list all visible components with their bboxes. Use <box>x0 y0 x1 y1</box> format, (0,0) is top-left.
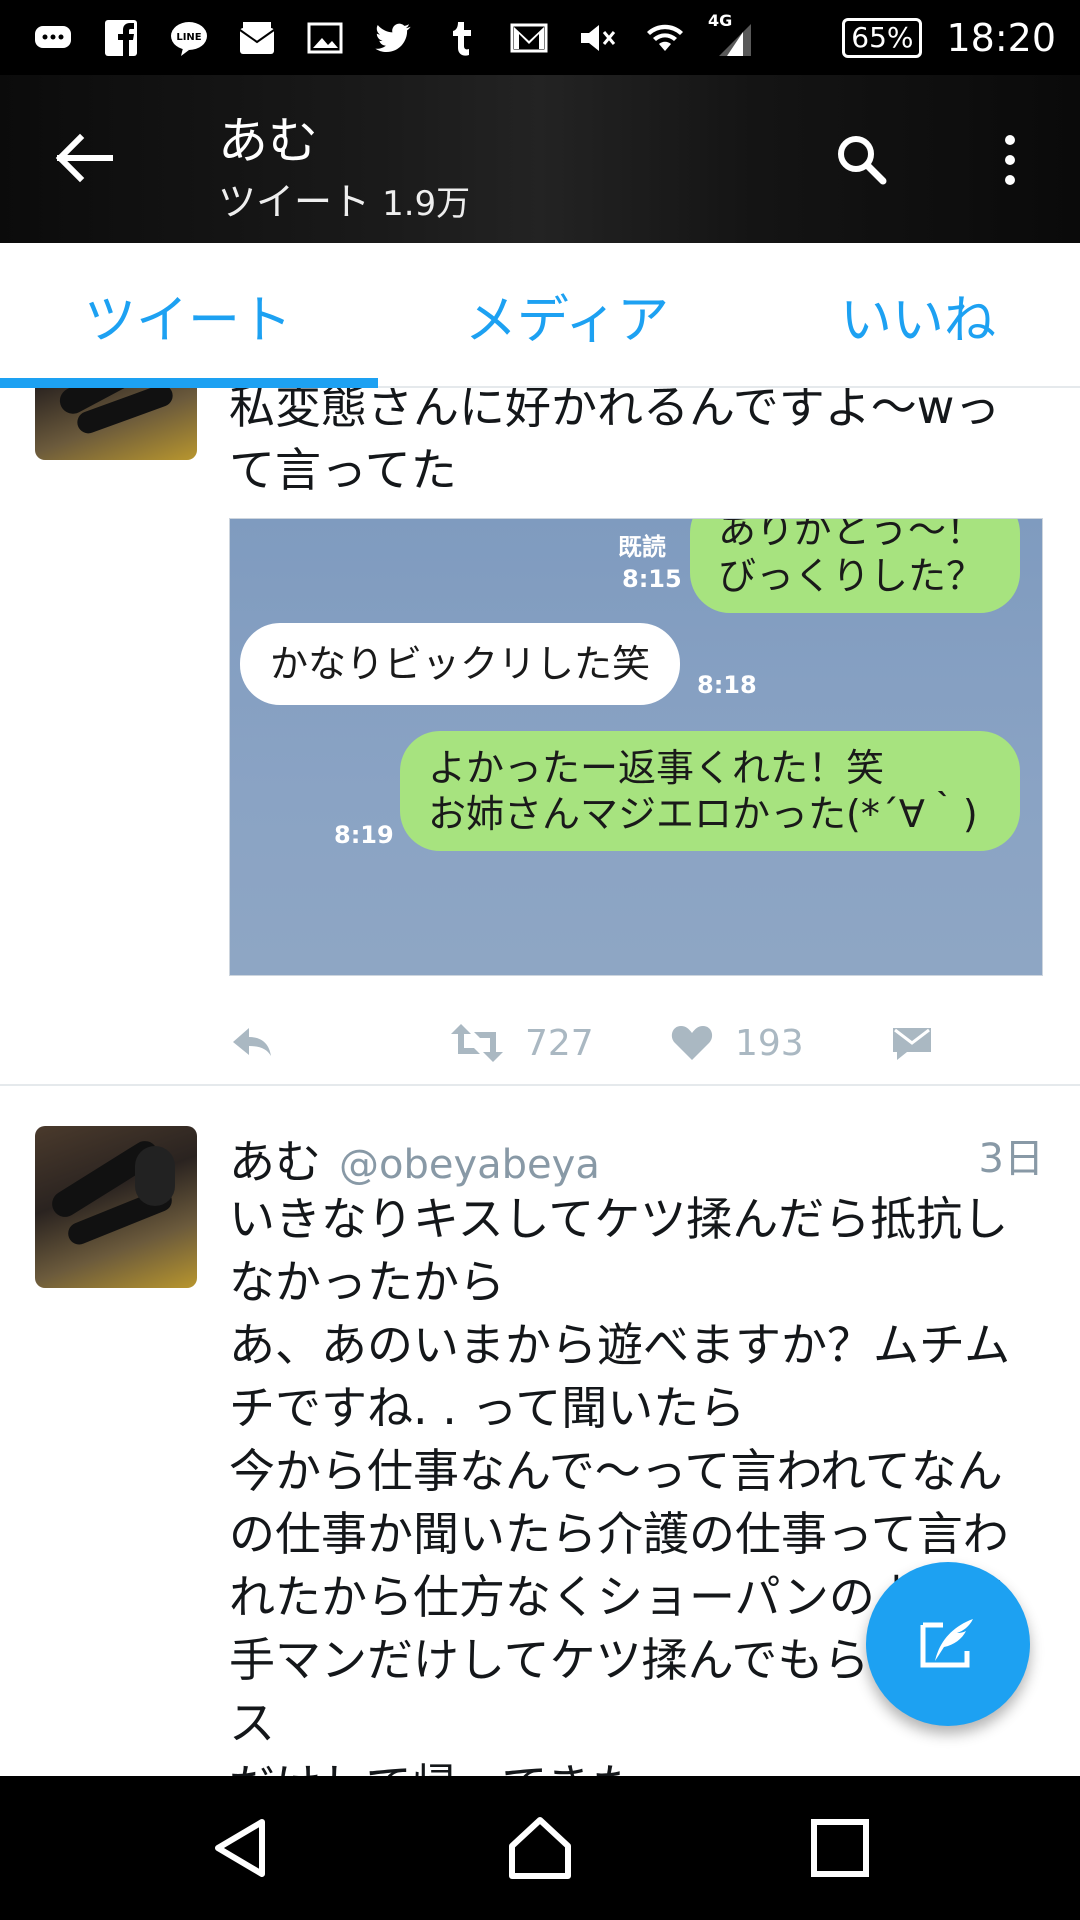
wifi-icon <box>642 17 688 59</box>
tweet-actions: 727 193 <box>229 1008 1049 1078</box>
svg-text:LINE: LINE <box>176 32 201 43</box>
more-options-button[interactable] <box>990 130 1030 190</box>
tumblr-icon <box>438 17 484 59</box>
search-button[interactable] <box>832 130 892 190</box>
tweet-count-label: ツイート <box>218 180 371 224</box>
compose-tweet-button[interactable] <box>866 1562 1030 1726</box>
battery-indicator: 65% <box>842 17 923 58</box>
user-name[interactable]: あむ <box>229 1135 321 1189</box>
tab-media[interactable]: メディア <box>387 243 747 388</box>
system-navigation-bar <box>0 1776 1080 1920</box>
nav-recents-button[interactable] <box>804 1812 876 1884</box>
tab-likes[interactable]: いいね <box>738 243 1080 388</box>
search-icon <box>838 136 887 185</box>
avatar[interactable] <box>35 388 197 460</box>
direct-message-button[interactable] <box>889 1008 935 1078</box>
chat-bubble-icon <box>30 17 76 59</box>
reply-button[interactable] <box>229 1008 275 1078</box>
chat-bubble-sent: ありがとう〜！ びっくりした？ <box>690 519 1020 613</box>
line-icon: LINE <box>166 17 212 59</box>
envelope-icon <box>893 1028 931 1060</box>
user-handle[interactable]: @obeyabeya <box>339 1142 600 1188</box>
active-tab-indicator <box>0 378 378 388</box>
signal-4g-icon: 4G <box>708 11 756 59</box>
retweet-button[interactable]: 727 <box>449 1008 594 1078</box>
compose-icon <box>920 1619 973 1668</box>
tweet-image[interactable]: ありがとう〜！ びっくりした？ 既読 8:15 かなりビックリした笑 8:18 … <box>229 518 1043 976</box>
message-time: 8:18 <box>697 671 757 699</box>
mute-icon <box>574 17 620 59</box>
home-icon <box>509 1817 571 1879</box>
page-title: あむ <box>218 112 318 170</box>
reply-icon <box>233 1028 271 1056</box>
tweet-time: 3日 <box>978 1136 1044 1182</box>
tweet-text: 私変態さんに好かれるんですよ〜wっ て言ってた <box>229 388 1001 497</box>
like-button[interactable]: 193 <box>669 1008 804 1078</box>
network-type-label: 4G <box>708 10 733 30</box>
nav-back-button[interactable] <box>206 1812 278 1884</box>
retweet-icon <box>451 1024 503 1062</box>
tab-tweets[interactable]: ツイート <box>8 243 368 388</box>
tweet-count-value: 1.9万 <box>382 184 471 224</box>
profile-tabs: ツイート メディア いいね <box>0 243 1080 388</box>
tweet-divider <box>0 1084 1080 1086</box>
chat-bubble-received: かなりビックリした笑 <box>240 623 681 705</box>
tweet-count: ツイート 1.9万 <box>218 171 470 226</box>
nav-home-button[interactable] <box>504 1812 576 1884</box>
back-button[interactable] <box>52 125 118 191</box>
status-bar: LINE 4G 65% 18:20 <box>0 0 1080 75</box>
gallery-icon <box>302 17 348 59</box>
square-recents-icon <box>811 1819 869 1877</box>
arrow-left-icon <box>55 133 113 183</box>
gmail-icon <box>506 17 552 59</box>
triangle-back-icon <box>215 1819 265 1877</box>
heart-icon <box>671 1026 713 1060</box>
more-vertical-icon <box>1005 135 1015 185</box>
message-time: 8:15 <box>622 565 682 593</box>
clock: 18:20 <box>946 15 1056 60</box>
au-mail-icon <box>234 17 280 59</box>
message-time: 8:19 <box>334 821 394 849</box>
notification-icons: LINE 4G <box>0 11 756 59</box>
like-count: 193 <box>735 1022 804 1064</box>
retweet-count: 727 <box>525 1022 594 1064</box>
twitter-icon <box>370 17 416 59</box>
chat-bubble-sent: よかったー返事くれた！笑 お姉さんマジエロかった(*´∀｀) <box>400 731 1020 851</box>
avatar[interactable] <box>35 1126 197 1288</box>
profile-app-bar: あむ ツイート 1.9万 <box>0 75 1080 243</box>
tweet-header: あむ @obeyabeya 3日 <box>229 1126 1044 1189</box>
read-receipt: 既読 <box>618 533 666 561</box>
facebook-icon <box>98 17 144 59</box>
avatar-detail <box>135 1146 175 1206</box>
